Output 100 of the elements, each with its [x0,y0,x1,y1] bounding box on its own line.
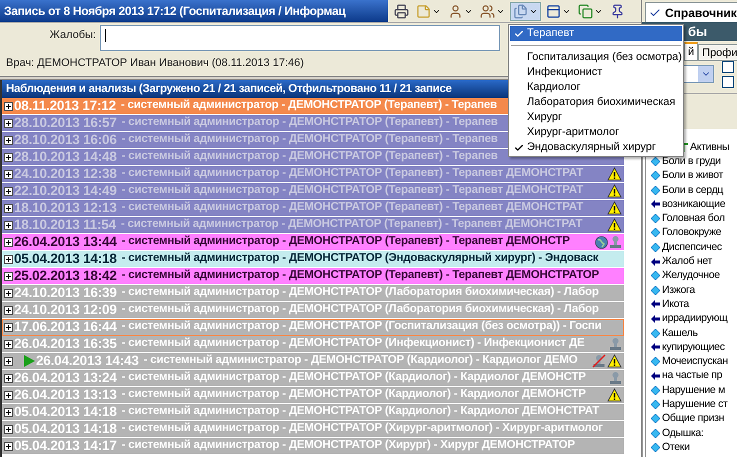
expand-icon[interactable] [4,322,13,332]
expand-icon[interactable] [4,220,13,230]
expand-icon[interactable] [4,424,13,434]
record-date: 26.04.2013 13:24 [14,368,117,387]
left-arrow-icon [651,258,660,266]
complaint-item[interactable]: иррадиирующ [662,312,728,326]
expand-icon[interactable] [4,186,13,196]
expand-icon[interactable] [4,340,13,348]
menu-item[interactable]: Инфекционист [510,65,682,80]
expand-icon[interactable] [4,374,13,382]
menu-item[interactable]: Терапевт [510,26,682,41]
record-date: 28.10.2013 14:48 [14,148,117,166]
expand-icon[interactable] [4,288,13,298]
complaints-field[interactable] [100,25,500,51]
record-date: 28.10.2013 16:57 [14,114,117,132]
complaint-item[interactable]: на частые пр [662,369,722,382]
record-date: 05.04.2013 14:18 [14,402,117,421]
record-date: 18.10.2013 12:13 [14,198,117,217]
checkbox[interactable] [722,60,734,72]
checkbox[interactable] [722,76,734,88]
complaint-item[interactable]: купирующиес [662,340,725,354]
record-text: - системный администратор - ДЕМОНСТРАТОР (Кардиолог) - Кардиолог ДЕМОНСТР [122,370,586,386]
complaint-item[interactable]: возникающие [662,198,726,211]
complaint-item[interactable]: Головная бол [662,212,725,226]
expand-icon[interactable] [4,118,13,128]
complaint-item[interactable]: Боли в груди [662,154,721,168]
expand-icon[interactable] [4,102,13,110]
expand-icon[interactable] [4,136,13,144]
complaint-item[interactable]: Изжога [662,284,695,297]
doctor-info: Врач: ДЕМОНСТРАТОР Иван Иванович (08.11.2013 17:46) [6,56,304,71]
expand-icon[interactable] [4,390,13,400]
left-arrow-icon [651,200,660,208]
expand-icon[interactable] [4,272,13,280]
record-text: - системный администратор - ДЕМОНСТРАТОР (Терапевт) - Терапев [120,98,497,114]
expand-icon[interactable] [4,408,13,416]
complaint-item[interactable]: Жалоб нет [662,255,712,268]
complaints-label: Жалобы: [48,28,97,43]
panel-tab[interactable]: й [684,42,698,60]
expand-icon[interactable] [4,170,13,178]
complaint-item[interactable]: Общие призн [662,412,724,426]
complaint-item[interactable]: Активны [690,140,730,154]
expand-icon[interactable] [4,356,13,366]
record-text: - системный администратор - ДЕМОНСТРАТОР (Терапевт) - Терапев [122,132,498,148]
warning-icon [607,167,622,181]
complaint-item[interactable]: Желудочное [662,269,720,282]
diamond-icon [651,357,660,366]
warning-icon [607,354,622,368]
expand-icon[interactable] [4,204,13,212]
expand-icon[interactable] [4,306,13,314]
note-icon [416,4,431,18]
record-text: - системный администратор - ДЕМОНСТРАТОР (Терапевт) - Терапев [122,149,498,164]
record-row[interactable]: 25.02.2013 18:42 - системный администратор - ДЕМОНСТРАТОР (Терапевт) - Терапевт ДЕМОНСТРАТОР [2,268,624,285]
record-text: - системный администратор - ДЕМОНСТРАТОР (Терапевт) - Терапевт ДЕМОНСТРАТ [122,183,584,198]
record-text: - системный администратор - ДЕМОНСТРАТОР (Эндоваскулярный хирург) - Эндоваск [122,251,598,266]
window-title: Запись от 8 Ноября 2013 17:12 (Госпитализация / Информац [0,0,388,22]
record-date: 24.10.2013 12:09 [14,300,117,319]
left-arrow-icon [651,372,660,380]
record-date: 05.04.2013 14:18 [14,420,117,438]
record-date: 25.02.2013 18:42 [14,266,117,285]
record-text: - системный администратор - ДЕМОНСТРАТОР (Хирург) - Хирург ДЕМОНСТРАТОР [122,438,575,454]
warning-icon [607,388,622,402]
record-text: - системный администратор - ДЕМОНСТРАТОР (Кардиолог) - Кардиолог ДЕМОНСТР [122,387,586,402]
complaint-item[interactable]: Кашель [662,326,698,340]
complaint-item[interactable]: Икота [662,298,689,311]
complaint-item[interactable]: Диспепсичес [662,240,722,254]
panel-tab[interactable]: Профи [698,44,737,60]
expand-icon[interactable] [4,238,13,246]
record-text: - системный администратор - ДЕМОНСТРАТОР (Терапевт) - Терапевт ДЕМОНСТРАТ [120,217,582,232]
expand-icon[interactable] [4,152,13,162]
record-date: 18.10.2013 11:54 [14,216,116,234]
reference-tab[interactable]: Справочник [645,2,737,22]
complaint-item[interactable]: Нарушение м [662,384,725,397]
warning-icon [607,184,622,198]
person-icon [448,4,463,18]
complaint-item[interactable]: Отеки [662,440,690,454]
warning-icon [607,201,622,215]
complaint-item[interactable]: Мочеиспускан [662,355,728,368]
complaint-item[interactable]: Одышка: [662,426,704,440]
menu-item[interactable]: Госпитализация (без осмотра) [510,50,682,65]
record-text: - системный администратор - ДЕМОНСТРАТОР (Терапевт) - Терапевт ДЕМОНСТРАТ [122,166,584,182]
documents-icon [513,4,528,18]
printer-icon [394,4,409,18]
crossed-stamp-icon [592,354,606,368]
record-date: 26.04.2013 16:35 [14,334,117,353]
complaint-item[interactable]: Нарушение ст [662,398,728,411]
pin-icon [610,4,625,18]
complaint-item[interactable]: Боли в живот [662,169,724,182]
stamp-icon [609,235,622,249]
record-text: - системный администратор - ДЕМОНСТРАТОР (Кардиолог) - Кардиолог ДЕМО [144,353,578,368]
expand-icon[interactable] [4,442,13,450]
record-text: - системный администратор - ДЕМОНСТРАТОР (Лаборатория биохимическая) - Лабор [122,302,599,318]
toolbar-button[interactable] [392,2,411,20]
record-row[interactable]: 26.04.2013 13:44 - системный администратор - ДЕМОНСТРАТОР (Терапевт) - Терапевт ДЕМОНСТР [2,234,624,251]
complaint-item[interactable]: Боли в сердц [662,184,724,197]
check-icon [514,142,524,152]
expand-icon[interactable] [4,254,13,264]
record-date: 05.04.2013 14:18 [14,250,117,268]
stamp-icon [609,337,622,351]
complaint-item[interactable]: Головокруже [662,226,722,240]
record-row[interactable]: 05.04.2013 14:18 - системный администратор - ДЕМОНСТРАТОР (Эндоваскулярный хирург) - Эндоваск [2,251,624,268]
